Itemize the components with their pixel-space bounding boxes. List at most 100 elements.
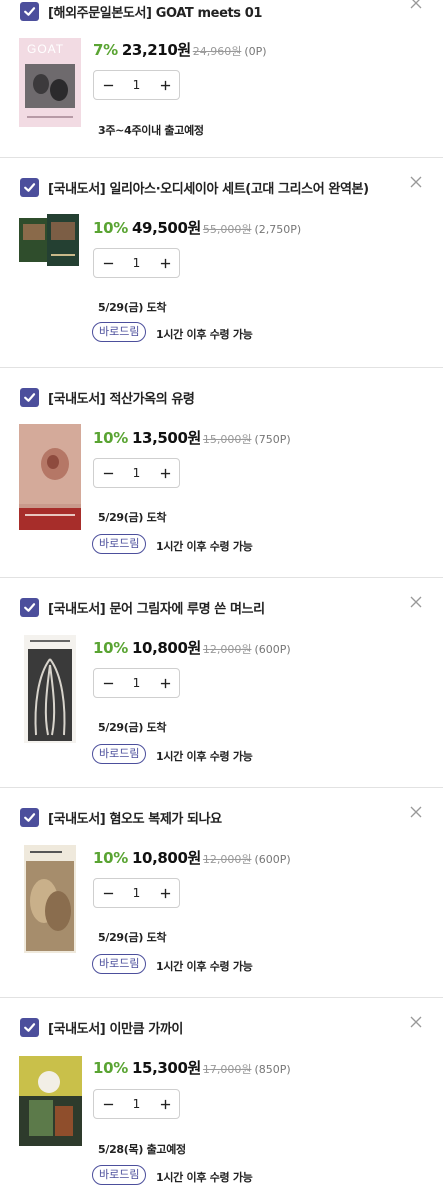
- check-icon: [24, 813, 36, 822]
- baro-dream-badge[interactable]: 바로드림: [92, 954, 147, 974]
- decrease-button[interactable]: [94, 71, 122, 99]
- book-cover[interactable]: [24, 845, 76, 953]
- reward-points: (600P): [254, 643, 291, 656]
- discount-rate: 10%: [93, 849, 129, 867]
- decrease-button[interactable]: [94, 1090, 122, 1118]
- pickup-info: 1시간 이후 수령 가능: [156, 328, 253, 341]
- decrease-button[interactable]: [94, 669, 122, 697]
- select-checkbox[interactable]: [20, 598, 39, 617]
- cart-item: [국내도서] 이만큼 가까이 10% 15,300원 17,000원 (850P…: [0, 998, 443, 1200]
- quantity-value[interactable]: 1: [123, 78, 151, 92]
- quantity-value[interactable]: 1: [123, 256, 151, 270]
- select-checkbox[interactable]: [20, 388, 39, 407]
- discount-rate: 10%: [93, 219, 129, 237]
- increase-button[interactable]: [151, 669, 179, 697]
- quantity-stepper: 1: [93, 70, 180, 100]
- item-title[interactable]: [국내도서] 혐오도 복제가 되나요: [48, 808, 222, 827]
- quantity-value[interactable]: 1: [123, 676, 151, 690]
- book-cover[interactable]: GOAT: [19, 38, 81, 127]
- item-title[interactable]: [국내도서] 이만큼 가까이: [48, 1018, 183, 1037]
- quantity-value[interactable]: 1: [123, 886, 151, 900]
- remove-item-button[interactable]: [409, 1014, 423, 1028]
- minus-icon: [103, 262, 113, 264]
- discount-rate: 10%: [93, 429, 129, 447]
- quantity-stepper: 1: [93, 668, 180, 698]
- shipping-info: 5/29(금) 도착: [98, 721, 167, 734]
- remove-item-button[interactable]: [409, 174, 423, 188]
- close-icon: [410, 1016, 422, 1028]
- discount-rate: 10%: [93, 1059, 129, 1077]
- check-icon: [24, 393, 36, 402]
- item-title[interactable]: [국내도서] 적산가옥의 유령: [48, 388, 195, 407]
- original-price: 55,000원: [202, 223, 252, 236]
- decrease-button[interactable]: [94, 459, 122, 487]
- sale-price: 10,800원: [132, 849, 201, 867]
- reward-points: (0P): [244, 45, 267, 58]
- plus-icon: [160, 1099, 170, 1109]
- sale-price: 10,800원: [132, 639, 201, 657]
- book-cover[interactable]: [24, 635, 76, 743]
- baro-dream-badge[interactable]: 바로드림: [92, 744, 147, 764]
- book-cover[interactable]: [19, 1056, 82, 1146]
- cart-item: [국내도서] 문어 그림자에 루명 쓴 며느리 10% 10,800원 12,0…: [0, 578, 443, 787]
- plus-icon: [160, 888, 170, 898]
- select-checkbox[interactable]: [20, 2, 39, 21]
- baro-dream-badge[interactable]: 바로드림: [92, 1165, 147, 1185]
- reward-points: (850P): [254, 1063, 291, 1076]
- shipping-info: 3주~4주이내 출고예정: [98, 124, 204, 137]
- shipping-info: 5/28(목) 출고예정: [98, 1143, 186, 1156]
- book-cover-art: [24, 845, 76, 953]
- price-row: 7% 23,210원 24,960원 (0P): [93, 39, 267, 60]
- increase-button[interactable]: [151, 1090, 179, 1118]
- pickup-info: 1시간 이후 수령 가능: [156, 1171, 253, 1184]
- pickup-info: 1시간 이후 수령 가능: [156, 960, 253, 973]
- select-checkbox[interactable]: [20, 808, 39, 827]
- shipping-info: 5/29(금) 도착: [98, 511, 167, 524]
- reward-points: (600P): [254, 853, 291, 866]
- minus-icon: [103, 682, 113, 684]
- original-price: 15,000원: [202, 433, 252, 446]
- sale-price: 13,500원: [132, 429, 201, 447]
- reward-points: (2,750P): [254, 223, 302, 236]
- increase-button[interactable]: [151, 459, 179, 487]
- pickup-info: 1시간 이후 수령 가능: [156, 540, 253, 553]
- check-icon: [24, 183, 36, 192]
- select-checkbox[interactable]: [20, 178, 39, 197]
- increase-button[interactable]: [151, 879, 179, 907]
- plus-icon: [160, 678, 170, 688]
- increase-button[interactable]: [151, 249, 179, 277]
- quantity-stepper: 1: [93, 248, 180, 278]
- plus-icon: [160, 468, 170, 478]
- cart-item: [국내도서] 적산가옥의 유령 10% 13,500원 15,000원 (750…: [0, 368, 443, 577]
- price-row: 10% 10,800원 12,000원 (600P): [93, 847, 291, 868]
- pickup-info: 1시간 이후 수령 가능: [156, 750, 253, 763]
- item-title[interactable]: [국내도서] 일리아스·오디세이아 세트(고대 그리스어 완역본): [48, 178, 369, 197]
- item-title[interactable]: [해외주문일본도서] GOAT meets 01: [48, 2, 262, 21]
- quantity-value[interactable]: 1: [123, 1097, 151, 1111]
- decrease-button[interactable]: [94, 879, 122, 907]
- minus-icon: [103, 472, 113, 474]
- remove-item-button[interactable]: [409, 594, 423, 608]
- remove-item-button[interactable]: [409, 0, 423, 9]
- baro-dream-badge[interactable]: 바로드림: [92, 322, 147, 342]
- decrease-button[interactable]: [94, 249, 122, 277]
- cart-item: [해외주문일본도서] GOAT meets 01 GOAT 7% 23,210원…: [0, 0, 443, 157]
- close-icon: [410, 806, 422, 818]
- baro-dream-badge[interactable]: 바로드림: [92, 534, 147, 554]
- price-row: 10% 49,500원 55,000원 (2,750P): [93, 217, 301, 238]
- quantity-value[interactable]: 1: [123, 466, 151, 480]
- cart-item: [국내도서] 혐오도 복제가 되나요 10% 10,800원 12,000원 (…: [0, 788, 443, 997]
- close-icon: [410, 596, 422, 608]
- plus-icon: [160, 258, 170, 268]
- increase-button[interactable]: [151, 71, 179, 99]
- book-cover[interactable]: [19, 214, 81, 270]
- item-title[interactable]: [국내도서] 문어 그림자에 루명 쓴 며느리: [48, 598, 265, 617]
- book-cover-art: [19, 214, 79, 266]
- close-icon: [410, 176, 422, 188]
- select-checkbox[interactable]: [20, 1018, 39, 1037]
- discount-rate: 10%: [93, 639, 129, 657]
- remove-item-button[interactable]: [409, 804, 423, 818]
- close-icon: [410, 0, 422, 9]
- cart-item: [국내도서] 일리아스·오디세이아 세트(고대 그리스어 완역본) 10% 49…: [0, 158, 443, 367]
- book-cover[interactable]: [19, 424, 81, 530]
